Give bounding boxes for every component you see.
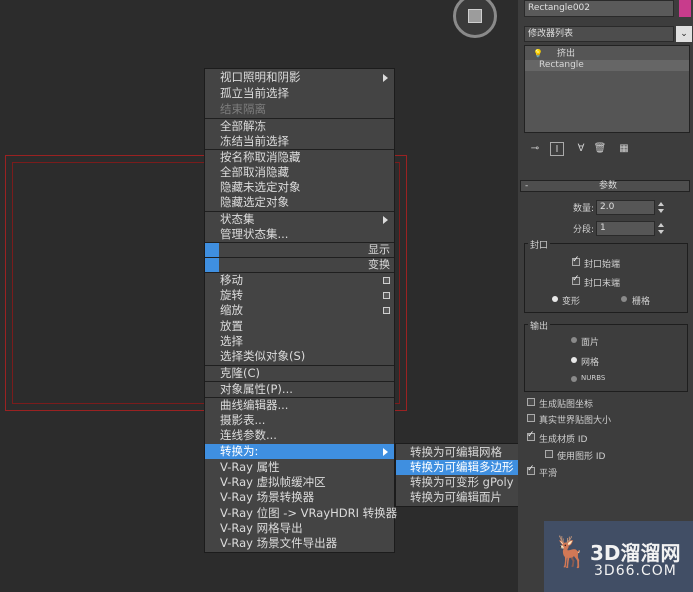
use-shape-ids-label: 使用图形 ID <box>557 452 606 462</box>
remove-modifier-icon[interactable]: 🗑 <box>593 142 607 156</box>
menu-item-hide-selection[interactable]: 隐藏选定对象 <box>205 195 394 210</box>
output-group-title: 输出 <box>528 319 551 332</box>
cap-start-checkbox[interactable] <box>572 255 580 266</box>
smooth-label: 平滑 <box>539 469 558 479</box>
menu-item-convert-to[interactable]: 转换为: <box>205 444 394 459</box>
chevron-right-icon <box>383 448 388 456</box>
morph-label: 变形 <box>562 297 581 307</box>
command-panel: Rectangle002 修改器列表 ⌄ 💡 挤出 Rectangle ⊸ Ⅰ ∀… <box>518 0 693 592</box>
menu-item-vray-properties[interactable]: V-Ray 属性 <box>205 460 394 475</box>
patch-label: 面片 <box>581 338 600 348</box>
cap-end-checkbox[interactable] <box>572 274 580 285</box>
modifier-stack: 💡 挤出 Rectangle <box>524 45 690 133</box>
menu-item-vray-scene-exporter[interactable]: V-Ray 场景文件导出器 <box>205 536 394 551</box>
mesh-label: 网格 <box>581 358 600 368</box>
amount-label: 数量: <box>573 204 595 214</box>
menu-item-dope-sheet[interactable]: 摄影表... <box>205 413 394 428</box>
menu-item-vray-scene-converter[interactable]: V-Ray 场景转换器 <box>205 490 394 505</box>
chevron-right-icon <box>383 216 388 224</box>
nurbs-label: NURBS <box>581 374 606 382</box>
stack-item-rectangle[interactable]: Rectangle <box>525 60 689 71</box>
watermark-brand: 3D溜溜网 <box>590 541 681 565</box>
cap-start-label: 封口始端 <box>584 260 621 270</box>
convert-to-submenu: 转换为可编辑网格 转换为可编辑多边形 转换为可变形 gPoly 转换为可编辑面片 <box>395 443 526 507</box>
quad-context-menu: 视口照明和阴影 孤立当前选择 结束隔离 全部解冻 冻结当前选择 按名称取消隐藏 … <box>204 68 397 553</box>
menu-item-curve-editor[interactable]: 曲线编辑器... <box>205 398 394 413</box>
make-unique-icon[interactable]: ∀ <box>574 142 588 156</box>
amount-input[interactable]: 2.0 <box>596 200 655 215</box>
gen-map-coords-label: 生成贴图坐标 <box>539 400 594 410</box>
amount-spinner[interactable] <box>658 200 664 216</box>
menu-item-unhide-by-name[interactable]: 按名称取消隐藏 <box>205 150 394 165</box>
settings-box-icon[interactable] <box>383 307 390 314</box>
modifier-list-dropdown[interactable]: 修改器列表 <box>524 26 674 42</box>
menu-item-clone[interactable]: 克隆(C) <box>205 366 394 381</box>
segments-spinner[interactable] <box>658 221 664 237</box>
menu-item-select[interactable]: 选择 <box>205 334 394 349</box>
pin-stack-icon[interactable]: ⊸ <box>528 142 542 156</box>
capping-group-title: 封口 <box>528 238 551 251</box>
submenu-item-deformable-gpoly[interactable]: 转换为可变形 gPoly <box>396 475 525 490</box>
menu-item-wire-parameters[interactable]: 连线参数... <box>205 428 394 443</box>
patch-radio[interactable] <box>571 337 577 343</box>
quad-color-swatch <box>205 258 219 272</box>
nurbs-radio[interactable] <box>571 376 577 382</box>
watermark-url: 3D66.COM <box>594 563 677 579</box>
menu-item-scale[interactable]: 缩放 <box>205 303 394 318</box>
submenu-item-editable-patch[interactable]: 转换为可编辑面片 <box>396 490 525 505</box>
viewcube-icon[interactable] <box>453 0 497 38</box>
segments-input[interactable]: 1 <box>596 221 655 236</box>
menu-item-manage-state-sets[interactable]: 管理状态集... <box>205 227 394 242</box>
menu-item-viewport-lighting[interactable]: 视口照明和阴影 <box>205 70 394 85</box>
lightbulb-icon[interactable]: 💡 <box>533 49 543 58</box>
menu-item-place[interactable]: 放置 <box>205 319 394 334</box>
stack-item-extrude[interactable]: 💡 挤出 <box>525 48 689 59</box>
real-world-map-label: 真实世界贴图大小 <box>539 416 612 426</box>
chevron-right-icon <box>383 74 388 82</box>
configure-modifier-sets-icon[interactable]: ▦ <box>617 142 631 156</box>
menu-item-vray-vfb[interactable]: V-Ray 虚拟帧缓冲区 <box>205 475 394 490</box>
smooth-checkbox[interactable] <box>527 464 535 475</box>
object-name-field[interactable]: Rectangle002 <box>524 0 674 17</box>
morph-radio[interactable] <box>552 296 558 302</box>
menu-item-end-isolate: 结束隔离 <box>220 102 266 116</box>
cap-end-label: 封口末端 <box>584 279 621 289</box>
menu-item-object-properties[interactable]: 对象属性(P)... <box>205 382 394 397</box>
segments-label: 分段: <box>573 225 595 235</box>
menu-item-freeze-selection[interactable]: 冻结当前选择 <box>205 134 394 149</box>
menu-item-rotate[interactable]: 旋转 <box>205 288 394 303</box>
watermark: 🦌 3D溜溜网 3D66.COM <box>544 521 693 592</box>
quad-color-swatch <box>205 243 219 257</box>
viewport[interactable]: 视口照明和阴影 孤立当前选择 结束隔离 全部解冻 冻结当前选择 按名称取消隐藏 … <box>0 0 526 592</box>
dropdown-chevron-icon[interactable]: ⌄ <box>676 26 692 42</box>
object-color-swatch[interactable] <box>679 0 691 17</box>
settings-box-icon[interactable] <box>383 292 390 299</box>
gen-map-coords-checkbox[interactable] <box>527 398 535 406</box>
output-group <box>524 324 688 392</box>
deer-logo-icon: 🦌 <box>552 535 590 570</box>
gen-mat-ids-checkbox[interactable] <box>527 430 535 441</box>
quad-title-display: 显示 <box>205 243 394 257</box>
menu-item-select-similar[interactable]: 选择类似对象(S) <box>205 349 394 364</box>
menu-item-state-sets[interactable]: 状态集 <box>205 212 394 227</box>
grid-label: 栅格 <box>632 297 651 307</box>
menu-item-move[interactable]: 移动 <box>205 273 394 288</box>
menu-item-isolate-selection[interactable]: 孤立当前选择 <box>205 86 394 101</box>
settings-box-icon[interactable] <box>383 277 390 284</box>
gen-mat-ids-label: 生成材质 ID <box>539 435 588 445</box>
grid-radio[interactable] <box>621 296 627 302</box>
parameters-rollout-header[interactable]: - 参数 <box>520 180 690 192</box>
submenu-item-editable-mesh[interactable]: 转换为可编辑网格 <box>396 445 525 460</box>
quad-title-transform: 变换 <box>205 258 394 272</box>
mesh-radio[interactable] <box>571 357 577 363</box>
real-world-map-checkbox[interactable] <box>527 414 535 422</box>
submenu-item-editable-poly[interactable]: 转换为可编辑多边形 <box>396 460 525 475</box>
menu-item-hide-unselected[interactable]: 隐藏未选定对象 <box>205 180 394 195</box>
menu-item-vray-mesh-export[interactable]: V-Ray 网格导出 <box>205 521 394 536</box>
menu-item-unfreeze-all[interactable]: 全部解冻 <box>205 119 394 134</box>
show-end-result-icon[interactable]: Ⅰ <box>550 142 564 156</box>
menu-item-unhide-all[interactable]: 全部取消隐藏 <box>205 165 394 180</box>
use-shape-ids-checkbox[interactable] <box>545 450 553 458</box>
menu-item-vray-bitmap-converter[interactable]: V-Ray 位图 -> VRayHDRI 转换器 <box>205 506 397 521</box>
